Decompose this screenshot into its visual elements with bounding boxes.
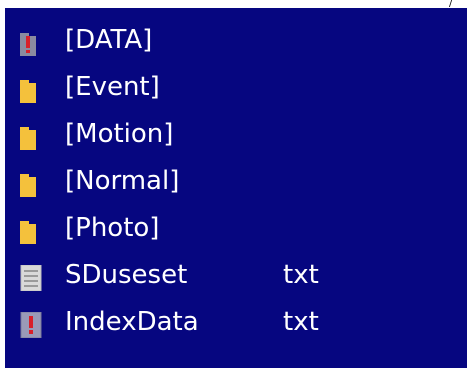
file-row-motion[interactable]: [Motion] bbox=[5, 114, 467, 154]
folder-icon bbox=[18, 122, 46, 150]
file-row-event[interactable]: [Event] bbox=[5, 67, 467, 107]
file-row-data[interactable]: [DATA] bbox=[5, 20, 467, 60]
file-name: [Normal] bbox=[65, 166, 180, 196]
corner-mark: / bbox=[449, 0, 453, 9]
folder-icon bbox=[18, 216, 46, 244]
file-name: [DATA] bbox=[65, 25, 153, 55]
file-row-sduseset[interactable]: SDuseset txt bbox=[5, 255, 467, 295]
folder-icon bbox=[18, 169, 46, 197]
file-row-normal[interactable]: [Normal] bbox=[5, 161, 467, 201]
folder-alert-icon bbox=[18, 28, 46, 56]
folder-icon bbox=[18, 75, 46, 103]
top-strip: / bbox=[0, 0, 469, 9]
text-file-icon bbox=[18, 263, 46, 292]
file-name: [Photo] bbox=[65, 213, 160, 243]
file-name: SDuseset bbox=[65, 260, 188, 290]
file-name: [Event] bbox=[65, 72, 160, 102]
file-name: IndexData bbox=[65, 307, 199, 337]
file-ext: txt bbox=[283, 307, 319, 337]
file-list-panel: [DATA] [Event] [Motion] [Normal] [Photo]… bbox=[5, 8, 467, 368]
file-ext: txt bbox=[283, 260, 319, 290]
file-row-indexdata[interactable]: IndexData txt bbox=[5, 302, 467, 342]
text-file-alert-icon bbox=[18, 310, 46, 339]
file-row-photo[interactable]: [Photo] bbox=[5, 208, 467, 248]
file-name: [Motion] bbox=[65, 119, 174, 149]
